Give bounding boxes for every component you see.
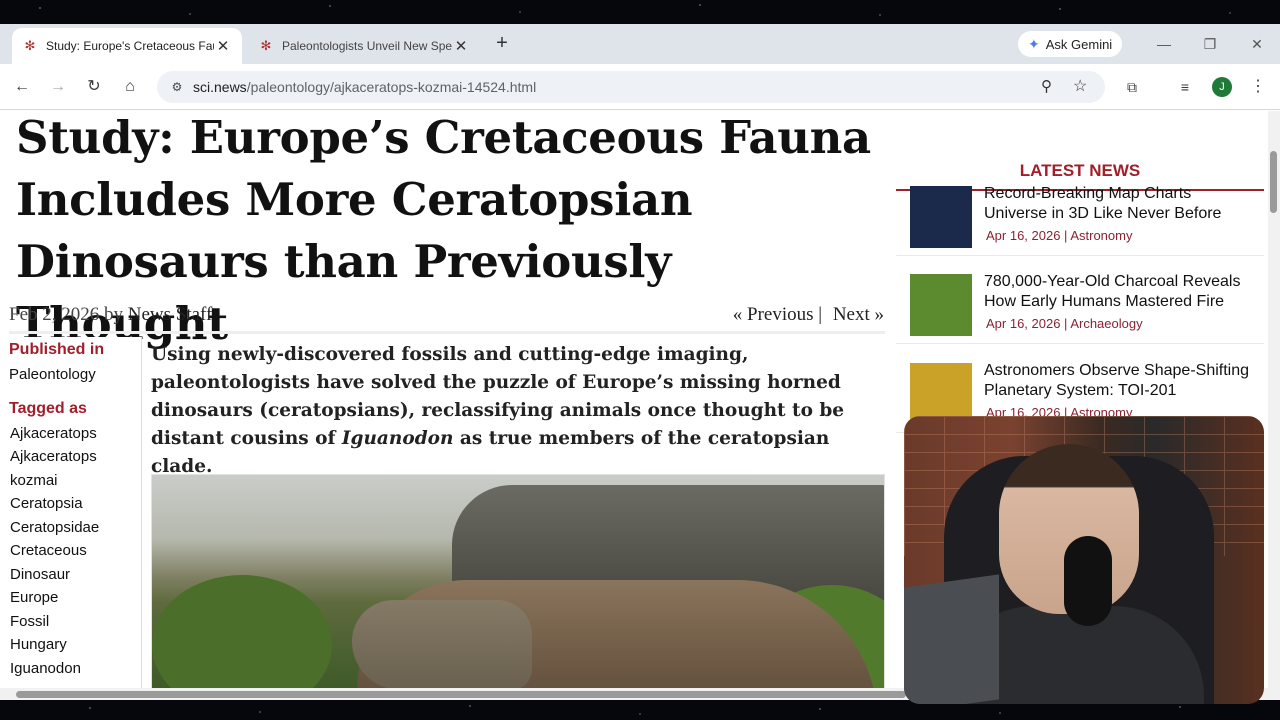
tag-list: Ajkaceratops Ajkaceratops kozmai Ceratopsi… — [0, 422, 141, 681]
new-tab-plus-icon[interactable]: + — [492, 33, 512, 54]
scrollbar-thumb[interactable] — [1270, 151, 1277, 213]
home-icon[interactable]: ⌂ — [119, 76, 141, 98]
profile-avatar[interactable]: J — [1212, 77, 1232, 97]
minimize-icon[interactable]: — — [1154, 34, 1174, 54]
close-tab-icon[interactable]: ✕ — [214, 37, 232, 55]
news-meta: Apr 16, 2026 | Archaeology — [986, 316, 1143, 331]
monitor-shape — [904, 574, 999, 704]
webcam-overlay — [904, 416, 1264, 704]
tag-link[interactable]: Ceratopsia — [0, 492, 141, 516]
scrollbar-thumb[interactable] — [16, 691, 906, 698]
article-sidebar: Published in Paleontology Tagged as Ajka… — [0, 337, 142, 688]
tab-strip: ✻ Study: Europe's Cretaceous Fau ✕ ✻ Pal… — [0, 24, 1280, 64]
category-link[interactable]: Paleontology — [0, 363, 141, 387]
menu-dots-icon[interactable]: ⋮ — [1247, 76, 1269, 98]
tag-link[interactable]: Hungary — [0, 633, 141, 657]
tag-link[interactable]: Iguanodon — [0, 657, 141, 681]
ask-gemini-label: Ask Gemini — [1045, 36, 1113, 52]
tab-title: Study: Europe's Cretaceous Fau — [46, 39, 214, 53]
site-info-icon[interactable]: ⚙ — [167, 80, 187, 94]
previous-link[interactable]: « Previous | — [733, 304, 822, 325]
tag-link[interactable]: Ajkaceratops kozmai — [0, 445, 141, 492]
byline-by: by — [104, 304, 123, 325]
reading-list-icon[interactable]: ≡ — [1174, 76, 1196, 98]
tag-link[interactable]: Fossil — [0, 610, 141, 634]
back-arrow-icon[interactable]: ← — [11, 76, 33, 98]
news-item[interactable]: Record-Breaking Map Charts Universe in 3… — [896, 174, 1264, 256]
gemini-sparkle-icon: ✦ — [1028, 35, 1040, 52]
browser-toolbar: ← → ↻ ⌂ ⚙ sci.news/paleontology/ajkacera… — [0, 64, 1280, 110]
article-pagination: « Previous | Next » — [727, 304, 884, 326]
vertical-scrollbar[interactable] — [1268, 111, 1280, 700]
tag-link[interactable]: Ajkaceratops — [0, 422, 141, 446]
address-bar[interactable]: ⚙ sci.news/paleontology/ajkaceratops-koz… — [157, 71, 1105, 103]
news-title[interactable]: Record-Breaking Map Charts Universe in 3… — [984, 184, 1254, 224]
vegetation-shape — [152, 575, 332, 688]
article-lead: Using newly-discovered fossils and cutti… — [151, 344, 845, 477]
news-meta: Apr 16, 2026 | Astronomy — [986, 228, 1133, 243]
forward-arrow-icon[interactable]: → — [47, 76, 69, 98]
tag-link[interactable]: Cretaceous — [0, 539, 141, 563]
news-title[interactable]: 780,000-Year-Old Charcoal Reveals How Ea… — [984, 272, 1254, 312]
tag-link[interactable]: Europe — [0, 586, 141, 610]
restore-icon[interactable]: ❐ — [1200, 34, 1220, 54]
news-thumbnail[interactable] — [910, 274, 972, 336]
divider — [9, 331, 885, 334]
zoom-icon[interactable]: ⚲ — [1041, 77, 1052, 95]
tab-title: Paleontologists Unveil New Spe — [282, 39, 452, 53]
news-title[interactable]: Astronomers Observe Shape-Shifting Plane… — [984, 361, 1254, 401]
published-in-heading: Published in — [9, 341, 105, 358]
tag-link[interactable]: Dinosaur — [0, 563, 141, 587]
news-item[interactable]: 780,000-Year-Old Charcoal Reveals How Ea… — [896, 262, 1264, 344]
news-thumbnail[interactable] — [910, 186, 972, 248]
dinosaur-head-shape — [352, 600, 532, 688]
microphone-icon — [1064, 536, 1112, 626]
author-link[interactable]: News Staff — [128, 304, 213, 325]
close-window-icon[interactable]: ✕ — [1247, 34, 1267, 54]
url-text: sci.news/paleontology/ajkaceratops-kozma… — [193, 79, 537, 95]
bookmark-star-icon[interactable]: ☆ — [1073, 76, 1087, 96]
tab-search-icon[interactable]: ⧉ — [1121, 76, 1143, 98]
article-date: Feb 2, 2026 — [9, 304, 100, 325]
ask-gemini-button[interactable]: ✦ Ask Gemini — [1018, 31, 1123, 57]
sci-news-favicon-icon: ✻ — [24, 38, 36, 53]
iguanodon-italic: Iguanodon — [341, 428, 454, 449]
reload-icon[interactable]: ↻ — [83, 76, 105, 98]
sci-news-favicon-icon: ✻ — [260, 38, 272, 53]
tab-study-europe[interactable]: ✻ Study: Europe's Cretaceous Fau ✕ — [12, 28, 242, 64]
close-tab-icon[interactable]: ✕ — [452, 37, 470, 55]
article-byline: Feb 2, 2026 by News Staff — [9, 304, 212, 326]
tagged-as-heading: Tagged as — [9, 399, 87, 417]
tab-paleontologists[interactable]: ✻ Paleontologists Unveil New Spe ✕ — [248, 28, 480, 64]
hero-image — [151, 474, 885, 688]
tag-link[interactable]: Ceratopsidae — [0, 516, 141, 540]
next-link[interactable]: Next » — [833, 304, 884, 325]
